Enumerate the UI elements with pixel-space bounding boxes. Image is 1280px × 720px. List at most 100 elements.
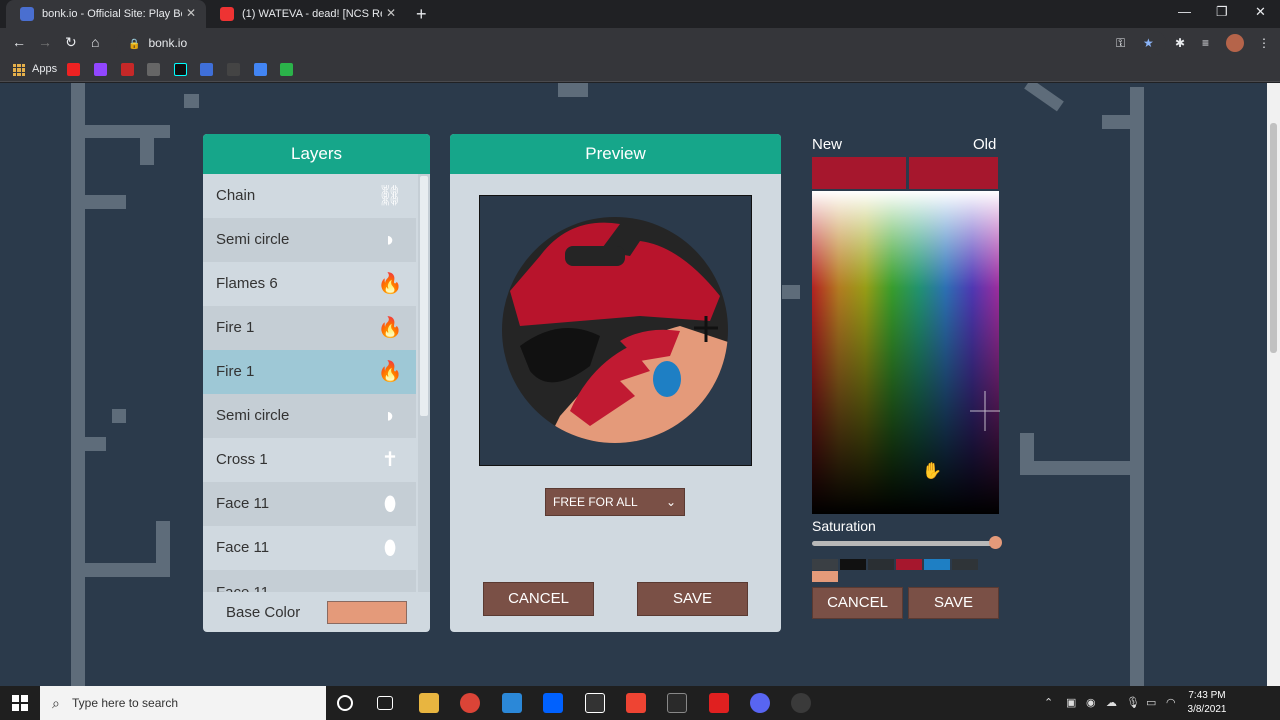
menu-icon[interactable]: ⋮ — [1258, 36, 1270, 50]
reload-icon[interactable]: ↻ — [65, 34, 77, 51]
page-scrollbar[interactable] — [1267, 83, 1280, 686]
chevron-down-icon: ⌄ — [665, 495, 676, 509]
mode-dropdown[interactable]: FREE FOR ALL ⌄ — [545, 488, 685, 516]
task-view-icon[interactable] — [377, 696, 393, 710]
url-text: bonk.io — [148, 36, 188, 50]
close-window-icon[interactable]: ✕ — [1255, 4, 1266, 20]
grid-bookmark-icon[interactable] — [147, 63, 160, 76]
palette-swatch[interactable] — [868, 559, 894, 570]
layer-label: Semi circle — [216, 407, 290, 424]
profile-avatar[interactable] — [1226, 34, 1244, 52]
windows-start-icon[interactable] — [12, 695, 28, 711]
key-icon[interactable]: ⚿ — [1116, 36, 1125, 51]
saturation-slider[interactable] — [812, 541, 995, 546]
roblox-bookmark-icon[interactable] — [121, 63, 134, 76]
palette-swatch[interactable] — [952, 559, 978, 570]
apps-label[interactable]: Apps — [32, 63, 57, 75]
game-area: Layers Chain ⛓ Semi circle ◗ Flames 6 🔥 Fir… — [0, 83, 1267, 686]
preview-save-button[interactable]: SAVE — [637, 582, 748, 616]
tab-youtube[interactable]: (1) WATEVA - dead! [NCS Re ✕ — [206, 0, 406, 28]
restore-icon[interactable]: ❐ — [1216, 4, 1228, 20]
chrome-icon[interactable] — [460, 693, 480, 713]
back-icon[interactable]: ← — [12, 34, 26, 50]
taskbar-search-box[interactable]: ⌕ Type here to search — [40, 686, 326, 720]
map-wall — [156, 521, 170, 577]
layer-item-semi-circle[interactable]: Semi circle ◗ — [203, 218, 416, 262]
palette-swatch[interactable] — [840, 559, 866, 570]
layer-label: Cross 1 — [216, 451, 268, 468]
map-wall — [1102, 115, 1130, 129]
minimize-icon[interactable]: — — [1178, 4, 1191, 19]
layer-item-face-11[interactable]: Face 11 — [203, 570, 416, 592]
battery-icon[interactable]: ▭ — [1146, 696, 1156, 709]
forward-icon[interactable]: → — [38, 34, 52, 50]
wifi-icon[interactable]: ◠ — [1166, 696, 1176, 709]
layer-item-semi-circle[interactable]: Semi circle ◗ — [203, 394, 416, 438]
page-scrollbar-thumb[interactable] — [1270, 123, 1277, 353]
palette-swatch[interactable] — [924, 559, 950, 570]
layer-item-face-11[interactable]: Face 11 ⬮ — [203, 482, 416, 526]
clock-date: 3/8/2021 — [1187, 704, 1227, 715]
tab-bonk[interactable]: bonk.io - Official Site: Play Bonk I ✕ — [6, 0, 206, 28]
layer-label: Face 11 — [216, 495, 270, 512]
office-icon[interactable] — [626, 693, 646, 713]
tiktok-bookmark-icon[interactable] — [174, 63, 187, 76]
apps-grid-icon[interactable] — [13, 64, 25, 76]
preview-cancel-button[interactable]: CANCEL — [483, 582, 594, 616]
windows-taskbar: ⌕ Type here to search ⌃ ▣ ◉ ☁ 🎙 ▭ ◠ 7:43… — [0, 686, 1280, 720]
layer-item-flames-6[interactable]: Flames 6 🔥 — [203, 262, 416, 306]
cortana-icon[interactable] — [337, 695, 353, 711]
saturation-slider-handle[interactable] — [989, 536, 1002, 549]
map-wall — [1130, 87, 1144, 686]
map-wall — [112, 409, 126, 423]
old-color-label: Old — [973, 136, 997, 153]
close-tab-icon[interactable]: ✕ — [386, 6, 396, 20]
green-bookmark-icon[interactable] — [280, 63, 293, 76]
layer-item-fire-1[interactable]: Fire 1 🔥 — [203, 306, 416, 350]
notion-icon[interactable] — [585, 693, 605, 713]
layer-item-chain[interactable]: Chain ⛓ — [203, 174, 416, 218]
layer-item-face-11[interactable]: Face 11 ⬮ — [203, 526, 416, 570]
extensions-icon[interactable]: ✱ — [1175, 36, 1185, 50]
layer-item-fire-1-selected[interactable]: Fire 1 🔥 — [203, 350, 416, 394]
old-color-swatch[interactable] — [909, 157, 998, 189]
youtube-bookmark-icon[interactable] — [67, 63, 80, 76]
address-bar[interactable]: 🔒 bonk.io — [116, 31, 1166, 55]
media-control-icon[interactable]: ≡ — [1202, 36, 1209, 50]
close-tab-icon[interactable]: ✕ — [186, 6, 196, 20]
layer-label: Fire 1 — [216, 363, 255, 380]
blue-bookmark-icon[interactable] — [200, 63, 213, 76]
microphone-icon[interactable]: 🎙 — [1126, 696, 1140, 709]
layers-scrollbar-thumb[interactable] — [420, 176, 428, 416]
mail-icon[interactable] — [502, 693, 522, 713]
twitch-bookmark-icon[interactable] — [94, 63, 107, 76]
layers-scrollbar[interactable] — [418, 174, 430, 592]
obs-icon[interactable] — [791, 693, 811, 713]
tray-app-icon[interactable]: ▣ — [1066, 696, 1076, 709]
roblox-icon[interactable] — [709, 693, 729, 713]
tray-app-icon[interactable]: ☁ — [1106, 696, 1117, 709]
tab-title: (1) WATEVA - dead! [NCS Re — [242, 8, 382, 20]
epic-games-icon[interactable] — [667, 693, 687, 713]
layer-label: Flames 6 — [216, 275, 278, 292]
docs-bookmark-icon[interactable] — [254, 63, 267, 76]
dark-bookmark-icon[interactable] — [227, 63, 240, 76]
flames-icon: 🔥 — [377, 273, 403, 295]
tray-app-icon[interactable]: ◉ — [1086, 696, 1096, 709]
home-icon[interactable]: ⌂ — [91, 34, 99, 50]
tray-expand-icon[interactable]: ⌃ — [1044, 696, 1053, 709]
new-tab-icon[interactable]: + — [416, 4, 427, 25]
system-clock[interactable]: 7:43 PM 3/8/2021 — [1186, 689, 1228, 717]
layer-item-cross-1[interactable]: Cross 1 ✝ — [203, 438, 416, 482]
palette-swatch[interactable] — [812, 571, 838, 582]
discord-icon[interactable] — [750, 693, 770, 713]
color-cancel-button[interactable]: CANCEL — [812, 587, 903, 619]
palette-swatch[interactable] — [812, 559, 838, 570]
color-gradient-picker[interactable] — [812, 191, 1000, 514]
palette-swatch[interactable] — [896, 559, 922, 570]
dropbox-icon[interactable] — [543, 693, 563, 713]
file-explorer-icon[interactable] — [419, 693, 439, 713]
base-color-swatch[interactable] — [327, 601, 407, 624]
bookmark-star-icon[interactable]: ★ — [1143, 36, 1154, 50]
color-save-button[interactable]: SAVE — [908, 587, 999, 619]
